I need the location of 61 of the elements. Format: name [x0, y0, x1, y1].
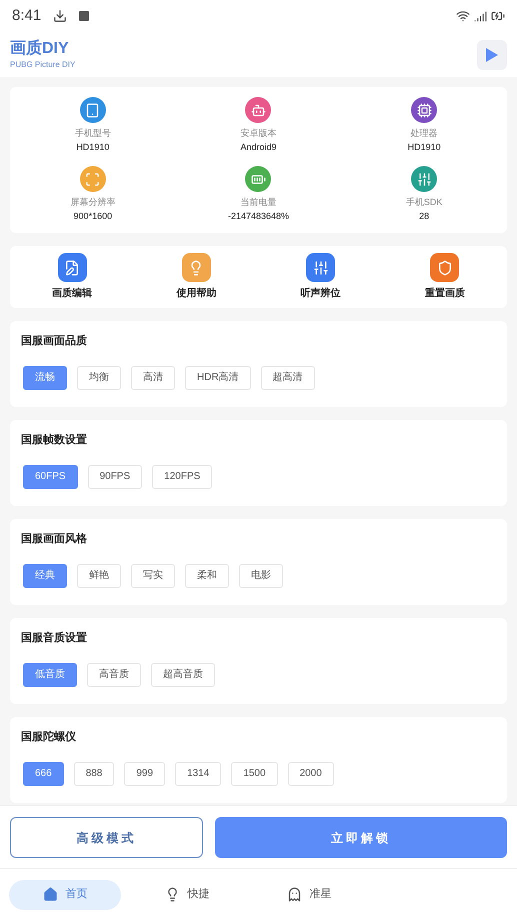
option-chip[interactable]: 均衡 — [77, 366, 121, 390]
edit-icon — [64, 260, 80, 276]
nav-tab[interactable]: 准星 — [253, 880, 365, 910]
chip-icon — [416, 102, 432, 118]
home-icon — [42, 887, 58, 902]
info-label: 安卓版本 — [240, 127, 276, 140]
option-chip[interactable]: 写实 — [131, 564, 175, 588]
robot-icon — [250, 102, 266, 118]
download-icon — [53, 9, 68, 23]
info-label: 处理器 — [410, 127, 438, 140]
info-label: 屏幕分辨率 — [70, 196, 116, 209]
option-chip[interactable]: 2000 — [288, 762, 334, 786]
sliders-icon — [312, 260, 329, 276]
option-chip[interactable]: 鲜艳 — [77, 564, 121, 588]
info-value: 900*1600 — [74, 210, 112, 222]
info-label: 当前电量 — [240, 196, 276, 209]
info-value: HD1910 — [408, 140, 441, 154]
ghost-icon — [286, 887, 302, 902]
section-title: 国服陀螺仪 — [21, 730, 77, 745]
option-chip[interactable]: 超高清 — [260, 366, 315, 390]
play-icon — [486, 48, 498, 62]
tablet-icon — [85, 102, 100, 118]
option-chip[interactable]: 电影 — [239, 564, 283, 588]
nav-tab[interactable]: 快捷 — [131, 880, 243, 910]
notification-icon — [79, 11, 90, 21]
signal-icon — [474, 10, 487, 22]
option-chip[interactable]: 超高音质 — [151, 662, 215, 686]
info-value: Android9 — [240, 140, 276, 154]
app-subtitle: PUBG Picture DIY — [10, 58, 76, 70]
section-title: 国服帧数设置 — [21, 432, 88, 448]
tool-button[interactable]: 听声辨位 — [258, 253, 383, 301]
info-value: HD1910 — [76, 140, 110, 154]
app-title: 画质DIY — [10, 38, 70, 58]
section-title: 国服音质设置 — [21, 630, 88, 646]
battery-icon — [491, 9, 505, 23]
option-chip[interactable]: 1314 — [175, 762, 222, 786]
option-chip[interactable]: 高清 — [131, 366, 175, 390]
option-chip[interactable]: 120FPS — [152, 464, 212, 488]
play-button[interactable] — [477, 40, 507, 70]
option-chip[interactable]: 90FPS — [88, 464, 142, 488]
tool-button[interactable]: 使用帮助 — [134, 253, 258, 301]
wifi-icon — [456, 9, 470, 23]
option-chip[interactable]: 888 — [74, 762, 114, 786]
option-chip[interactable]: 柔和 — [185, 564, 229, 588]
shield-icon — [436, 260, 453, 276]
info-label: 手机型号 — [74, 127, 111, 140]
info-value: -2147483648% — [228, 210, 290, 222]
option-chip[interactable]: 1500 — [231, 762, 278, 786]
option-chip[interactable]: HDR高清 — [185, 366, 251, 390]
status-time: 8:41 — [12, 6, 42, 26]
sliders-icon — [416, 172, 432, 186]
option-chip[interactable]: 999 — [124, 762, 166, 786]
info-value: 28 — [419, 210, 430, 222]
section-title: 国服画面风格 — [21, 532, 88, 547]
tool-button[interactable]: 重置画质 — [382, 253, 507, 301]
section-title: 国服画面品质 — [21, 334, 88, 349]
screen-icon — [85, 172, 100, 186]
option-chip[interactable]: 高音质 — [87, 662, 141, 686]
advanced-mode-button[interactable]: 高级模式 — [10, 817, 203, 858]
tool-button[interactable]: 画质编辑 — [10, 253, 134, 301]
info-label: 手机SDK — [406, 196, 442, 209]
